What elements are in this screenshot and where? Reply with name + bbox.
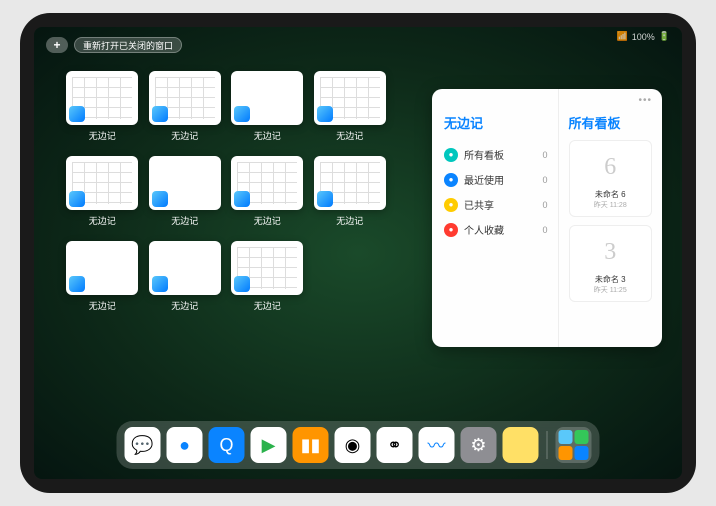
freeform-icon — [317, 191, 333, 207]
dock-wechat-icon[interactable]: 💬 — [125, 427, 161, 463]
board-card[interactable]: 6 未命名 6昨天 11:28 — [569, 140, 653, 217]
freeform-icon — [152, 106, 168, 122]
freeform-icon — [69, 191, 85, 207]
app-thumbnail — [149, 71, 221, 125]
app-window-card[interactable]: 无边记 — [66, 71, 139, 142]
sidebar-label: 所有看板 — [464, 147, 504, 162]
app-thumbnail — [66, 71, 138, 125]
dock-settings-icon[interactable]: ⚙ — [461, 427, 497, 463]
app-window-card[interactable]: 无边记 — [149, 241, 222, 312]
app-label: 无边记 — [254, 129, 281, 142]
app-thumbnail — [231, 71, 303, 125]
battery-text: 100% — [632, 32, 655, 42]
app-thumbnail — [66, 241, 138, 295]
add-button[interactable]: + — [46, 37, 68, 53]
sidebar-label: 最近使用 — [464, 172, 504, 187]
dock: 💬●Q▶▮▮◉⚭〰⚙ — [117, 421, 600, 469]
sidebar-icon: ● — [444, 173, 458, 187]
app-window-card[interactable]: 无边记 — [149, 156, 222, 227]
sidebar-count: 0 — [542, 175, 547, 185]
app-thumbnail — [149, 156, 221, 210]
freeform-icon — [69, 276, 85, 292]
board-preview: 6 — [586, 147, 634, 187]
app-window-card[interactable]: 无边记 — [66, 156, 139, 227]
freeform-icon — [69, 106, 85, 122]
app-thumbnail — [149, 241, 221, 295]
dock-share-icon[interactable]: ⚭ — [377, 427, 413, 463]
sidebar-icon: ● — [444, 223, 458, 237]
status-bar: 📶 100% 🔋 — [617, 31, 670, 42]
freeform-icon — [152, 191, 168, 207]
app-label: 无边记 — [171, 129, 198, 142]
panel-right-title: 所有看板 — [569, 113, 653, 132]
sidebar-icon: ● — [444, 198, 458, 212]
dock-notes-icon[interactable] — [503, 427, 539, 463]
app-window-card[interactable]: 无边记 — [231, 71, 304, 142]
app-label: 无边记 — [254, 299, 281, 312]
app-label: 无边记 — [254, 214, 281, 227]
app-label: 无边记 — [171, 299, 198, 312]
dock-dice-icon[interactable]: ◉ — [335, 427, 371, 463]
app-window-card[interactable]: 无边记 — [66, 241, 139, 312]
dock-books-icon[interactable]: ▮▮ — [293, 427, 329, 463]
app-thumbnail — [66, 156, 138, 210]
sidebar-label: 已共享 — [464, 197, 494, 212]
app-thumbnail — [314, 156, 386, 210]
board-subtitle: 昨天 11:25 — [594, 285, 627, 295]
freeform-icon — [234, 106, 250, 122]
dock-separator — [547, 431, 548, 459]
sidebar-count: 0 — [542, 200, 547, 210]
dock-browser2-icon[interactable]: Q — [209, 427, 245, 463]
app-thumbnail — [231, 241, 303, 295]
reopen-closed-window-button[interactable]: 重新打开已关闭的窗口 — [74, 37, 182, 53]
board-preview: 3 — [586, 232, 634, 272]
freeform-icon — [317, 106, 333, 122]
app-label: 无边记 — [171, 214, 198, 227]
dock-recent-group[interactable] — [556, 427, 592, 463]
freeform-icon — [234, 276, 250, 292]
app-thumbnail — [231, 156, 303, 210]
freeform-icon — [152, 276, 168, 292]
app-label: 无边记 — [336, 214, 363, 227]
app-label: 无边记 — [89, 129, 116, 142]
app-label: 无边记 — [89, 299, 116, 312]
app-window-card[interactable]: 无边记 — [149, 71, 222, 142]
sidebar-item[interactable]: ● 最近使用 0 — [444, 167, 548, 192]
sidebar-label: 个人收藏 — [464, 222, 504, 237]
dock-media-icon[interactable]: ▶ — [251, 427, 287, 463]
battery-icon: 🔋 — [659, 31, 670, 42]
wifi-icon: 📶 — [617, 31, 628, 42]
board-title: 未命名 6 — [595, 189, 626, 200]
sidebar-count: 0 — [542, 225, 547, 235]
app-window-card[interactable]: 无边记 — [314, 71, 387, 142]
app-thumbnail — [314, 71, 386, 125]
sidebar-item[interactable]: ● 所有看板 0 — [444, 142, 548, 167]
app-switcher-grid: 无边记无边记无边记无边记无边记无边记无边记无边记无边记无边记无边记 — [66, 71, 386, 312]
app-label: 无边记 — [89, 214, 116, 227]
dock-browser1-icon[interactable]: ● — [167, 427, 203, 463]
board-card[interactable]: 3 未命名 3昨天 11:25 — [569, 225, 653, 302]
sidebar-count: 0 — [542, 150, 547, 160]
freeform-icon — [234, 191, 250, 207]
app-window-card[interactable]: 无边记 — [231, 156, 304, 227]
freeform-panel[interactable]: ••• 无边记 ● 所有看板 0 ● 最近使用 0 ● 已共享 0 ● 个人收藏 0 所有看板 6 未命… — [432, 89, 662, 347]
dock-freeform-icon[interactable]: 〰 — [419, 427, 455, 463]
app-window-card[interactable]: 无边记 — [231, 241, 304, 312]
ipad-frame: 📶 100% 🔋 + 重新打开已关闭的窗口 无边记无边记无边记无边记无边记无边记… — [20, 13, 696, 493]
screen: 📶 100% 🔋 + 重新打开已关闭的窗口 无边记无边记无边记无边记无边记无边记… — [34, 27, 682, 479]
app-label: 无边记 — [336, 129, 363, 142]
board-title: 未命名 3 — [595, 274, 626, 285]
sidebar-item[interactable]: ● 已共享 0 — [444, 192, 548, 217]
panel-sidebar: 无边记 ● 所有看板 0 ● 最近使用 0 ● 已共享 0 ● 个人收藏 0 — [432, 89, 559, 347]
board-subtitle: 昨天 11:28 — [594, 200, 627, 210]
panel-content: 所有看板 6 未命名 6昨天 11:28 3 未命名 3昨天 11:25 — [559, 89, 663, 347]
panel-title: 无边记 — [444, 113, 548, 132]
app-window-card[interactable]: 无边记 — [314, 156, 387, 227]
more-icon[interactable]: ••• — [638, 95, 652, 106]
sidebar-icon: ● — [444, 148, 458, 162]
sidebar-item[interactable]: ● 个人收藏 0 — [444, 217, 548, 242]
